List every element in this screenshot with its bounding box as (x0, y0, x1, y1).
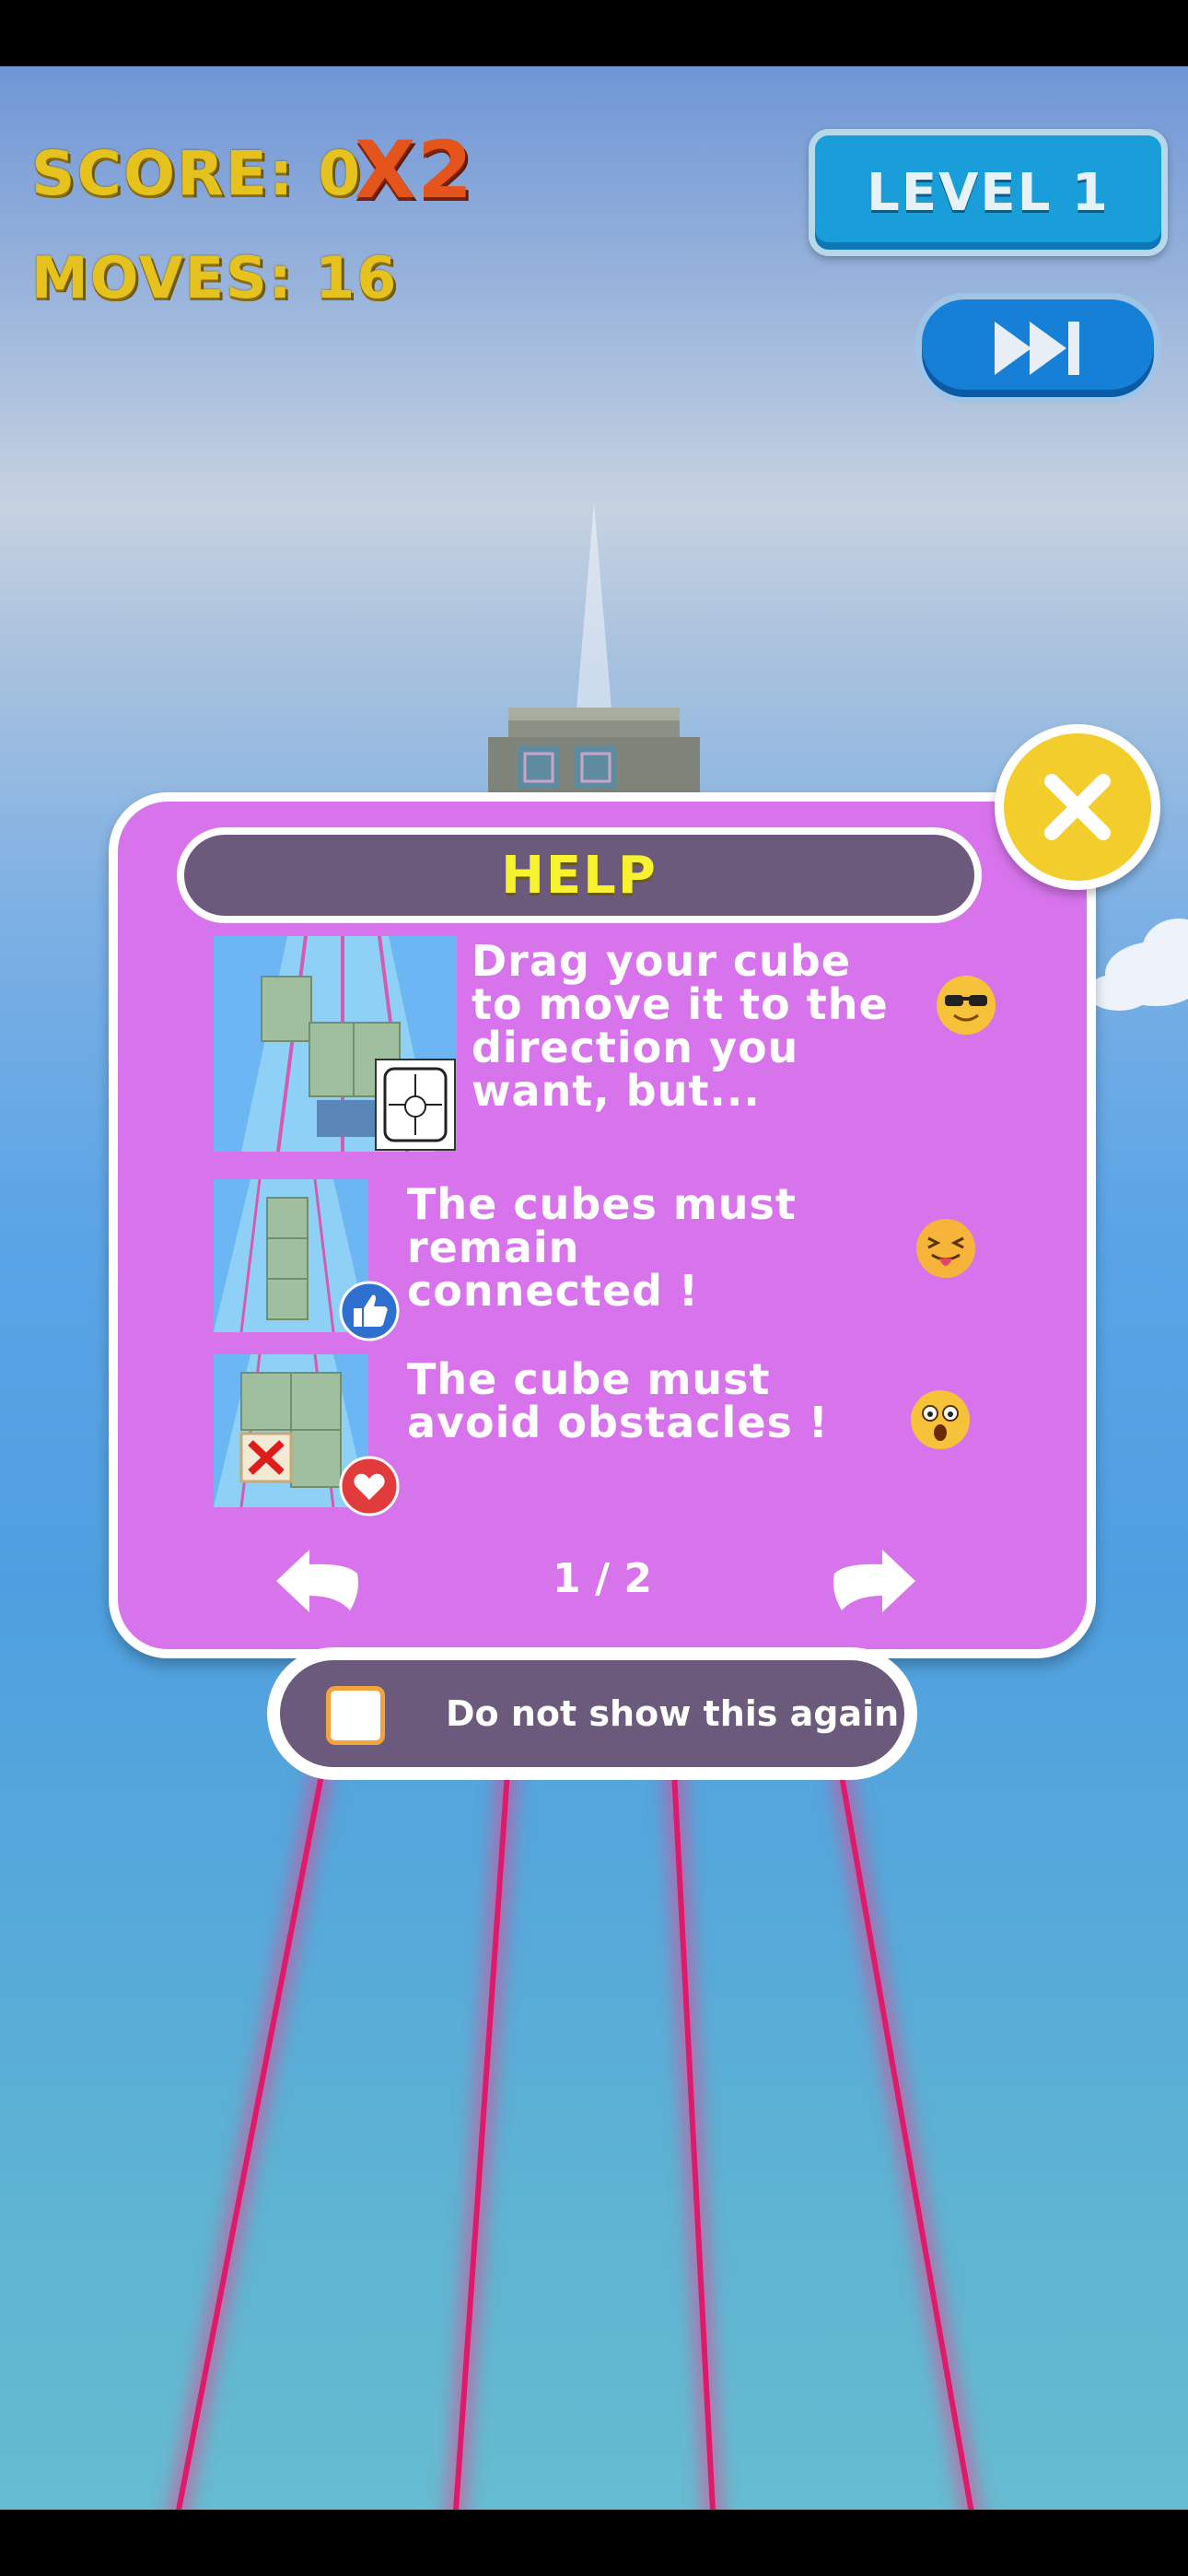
skip-forward-icon (995, 322, 1079, 375)
goal-tower (488, 708, 700, 792)
help-dialog: HELP Drag your cube to move it to the di… (109, 792, 1096, 1658)
score-label: SCORE: 0 (31, 138, 363, 209)
tip-image-drag (214, 936, 457, 1152)
dont-show-label: Do not show this again (446, 1693, 900, 1734)
skip-level-button[interactable] (915, 293, 1160, 404)
next-page-button[interactable] (831, 1546, 919, 1614)
status-bar (0, 0, 1188, 66)
shocked-emoji-icon (911, 1390, 970, 1449)
tip-text-obstacles: The cube must avoid obstacles ! (407, 1354, 829, 1447)
dont-show-checkbox[interactable] (326, 1686, 385, 1745)
drag-illustration (241, 936, 456, 1152)
navigation-bar (0, 2510, 1188, 2576)
close-help-button[interactable] (995, 724, 1160, 890)
help-title: HELP (177, 827, 982, 923)
heart-icon (339, 1456, 400, 1516)
level-button[interactable]: LEVEL 1 (809, 129, 1168, 256)
tip-text-connected: The cubes must remain connected ! (407, 1179, 797, 1316)
close-icon (1044, 774, 1111, 840)
page-indicator: 1 / 2 (553, 1555, 652, 1602)
dont-show-again-toggle[interactable]: Do not show this again (267, 1647, 917, 1780)
cloud (1087, 974, 1151, 1011)
help-title-text: HELP (501, 845, 658, 906)
sunglasses-emoji-icon (937, 976, 996, 1035)
thumbs-up-icon (339, 1281, 400, 1341)
tongue-out-emoji-icon (916, 1219, 975, 1278)
level-label: LEVEL 1 (867, 162, 1110, 223)
dont-show-again-pill: Do not show this again (280, 1660, 904, 1767)
moves-label: MOVES: 16 (31, 244, 399, 311)
tip-text-drag: Drag your cube to move it to the directi… (472, 936, 889, 1116)
score-multiplier: X2 (355, 124, 475, 217)
